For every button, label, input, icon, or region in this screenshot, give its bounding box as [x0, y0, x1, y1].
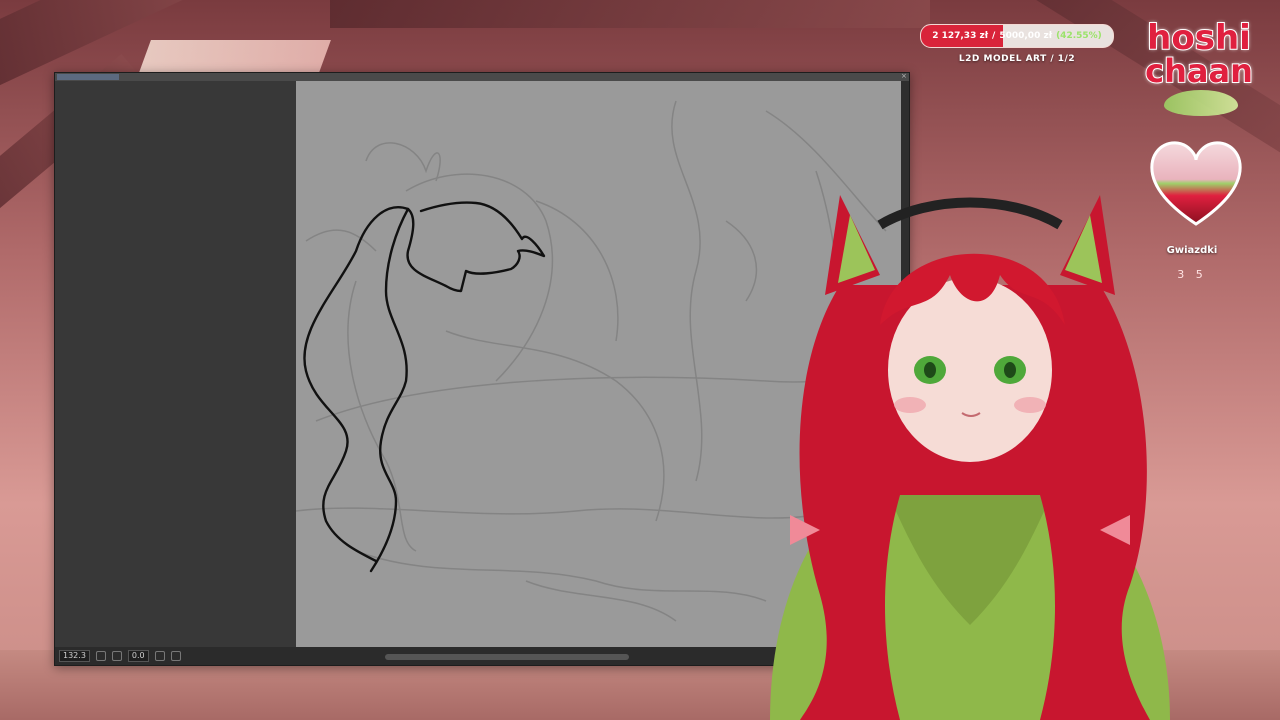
- goal-target: 5000,00 zł: [999, 31, 1053, 41]
- zoom-field[interactable]: 132.3: [59, 650, 90, 662]
- leaf-icon: [1164, 90, 1238, 116]
- angle-field[interactable]: 0.0: [127, 650, 149, 662]
- goal-progress-bar: 2 127,33 zł / 5000,00 zł (42.55%): [920, 24, 1114, 48]
- ink-layer: [303, 201, 546, 573]
- flip-icon[interactable]: [170, 651, 181, 661]
- logo-text-line2: chaan: [1144, 51, 1254, 91]
- goal-current: 2 127,33 zł: [932, 31, 989, 41]
- vtuber-avatar: [770, 195, 1170, 720]
- goal-label: L2D MODEL ART / 1/2: [958, 54, 1076, 64]
- zoom-out-button[interactable]: [95, 651, 106, 661]
- donation-goal: 2 127,33 zł / 5000,00 zł (42.55%) L2D MO…: [920, 24, 1114, 64]
- horizontal-scrollbar[interactable]: [385, 654, 629, 660]
- rotate-icon[interactable]: [154, 651, 165, 661]
- tool-panel: [55, 81, 296, 647]
- goal-text: 2 127,33 zł / 5000,00 zł (42.55%): [921, 25, 1113, 47]
- channel-logo: hoshi chaan: [1124, 4, 1274, 124]
- goal-percent: (42.55%): [1056, 31, 1102, 41]
- app-titlebar: ×: [55, 73, 909, 81]
- roof-beam: [330, 0, 930, 28]
- zoom-in-button[interactable]: [111, 651, 122, 661]
- document-tab[interactable]: [57, 74, 119, 80]
- goal-separator: /: [992, 31, 996, 41]
- close-icon[interactable]: ×: [901, 73, 907, 80]
